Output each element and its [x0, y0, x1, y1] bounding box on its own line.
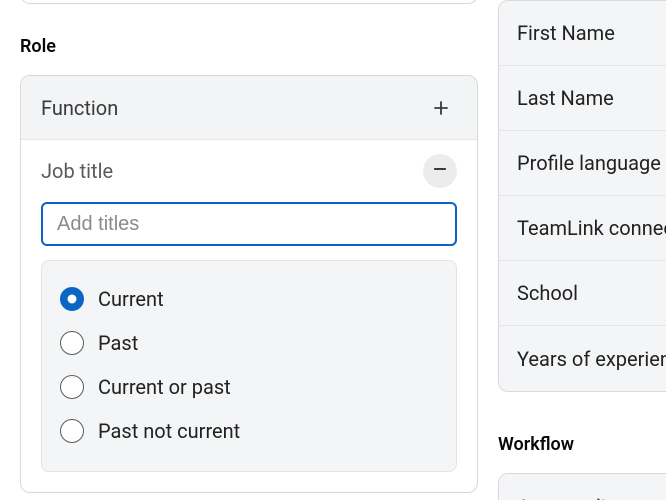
jobtitle-scope-option-past-not-current[interactable]: Past not current	[60, 409, 438, 453]
sidebar-item-label: Profile language	[517, 151, 661, 175]
jobtitle-scope-option-current-or-past[interactable]: Current or past	[60, 365, 438, 409]
sidebar-item-label: School	[517, 281, 578, 305]
sidebar-item-teamlink[interactable]: TeamLink connections of	[499, 196, 666, 261]
plus-icon	[425, 92, 457, 124]
sidebar-item-label: Account lists	[517, 495, 633, 500]
jobtitle-label: Job title	[41, 159, 113, 183]
workflow-section-label: Workflow	[498, 434, 666, 455]
previous-filter-card	[20, 0, 478, 4]
sidebar-item-label: First Name	[517, 21, 615, 45]
jobtitle-section: Job title Current	[21, 140, 477, 492]
jobtitle-header[interactable]: Job title	[41, 140, 457, 202]
sidebar-item-account-lists[interactable]: Account lists	[499, 474, 666, 500]
radio-icon	[60, 331, 84, 355]
function-label: Function	[41, 96, 118, 120]
radio-label: Past	[98, 331, 138, 355]
radio-label: Past not current	[98, 419, 240, 443]
jobtitle-input[interactable]	[41, 202, 457, 246]
sidebar-item-label: Years of experience	[517, 347, 666, 371]
radio-icon	[60, 287, 84, 311]
collapse-button[interactable]	[423, 154, 457, 188]
sidebar-item-label: TeamLink connections of	[517, 216, 666, 240]
jobtitle-scope-panel: Current Past Current or past Past not cu…	[41, 260, 457, 472]
sidebar-item-profile-language[interactable]: Profile language	[499, 131, 666, 196]
workflow-filters-card: Account lists	[498, 473, 666, 500]
radio-label: Current or past	[98, 375, 231, 399]
radio-label: Current	[98, 287, 164, 311]
sidebar-item-years-experience[interactable]: Years of experience	[499, 326, 666, 391]
role-section-label: Role	[20, 36, 478, 57]
sidebar-item-label: Last Name	[517, 86, 614, 110]
function-filter-row[interactable]: Function	[21, 76, 477, 140]
sidebar-item-first-name[interactable]: First Name	[499, 1, 666, 66]
radio-icon	[60, 419, 84, 443]
minus-icon	[430, 159, 450, 183]
jobtitle-scope-option-current[interactable]: Current	[60, 277, 438, 321]
sidebar-item-last-name[interactable]: Last Name	[499, 66, 666, 131]
sidebar-item-school[interactable]: School	[499, 261, 666, 326]
radio-icon	[60, 375, 84, 399]
personal-filters-card: First Name Last Name Profile language Te…	[498, 0, 666, 392]
jobtitle-scope-option-past[interactable]: Past	[60, 321, 438, 365]
role-filter-card: Function Job title	[20, 75, 478, 493]
